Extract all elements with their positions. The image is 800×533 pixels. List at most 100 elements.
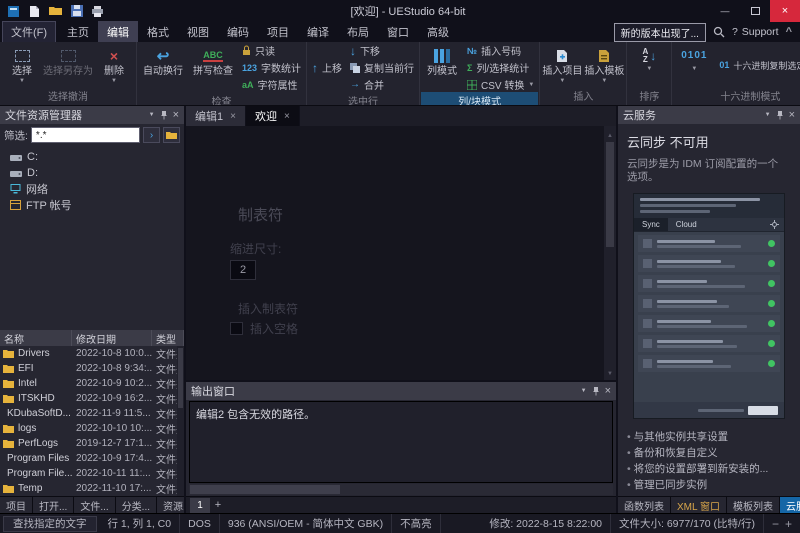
panel-menu-icon[interactable] (765, 112, 771, 118)
pin-icon[interactable] (592, 386, 600, 396)
minimize-button[interactable] (710, 0, 740, 22)
table-row[interactable]: Program Files2022-10-9 17:4...文件夹 (0, 451, 184, 466)
tree-item-network[interactable]: 网络 (0, 181, 184, 197)
scroll-up-icon[interactable] (607, 128, 613, 140)
line-ending-indicator[interactable]: DOS (180, 514, 220, 533)
file-table-scrollbar[interactable] (177, 346, 184, 496)
tab-file[interactable]: 文件(F) (2, 21, 56, 43)
save-icon[interactable] (68, 4, 85, 19)
table-row[interactable]: KDubaSoftD...2022-11-9 11:5...文件夹 (0, 406, 184, 421)
csv-convert-button[interactable]: CSV 转换 (467, 77, 534, 92)
support-menu[interactable]: ?Support (732, 26, 779, 38)
tab-window[interactable]: 窗口 (378, 21, 418, 43)
card-action-button[interactable] (748, 406, 778, 415)
maximize-button[interactable] (740, 0, 770, 22)
tab-project[interactable]: 项目 (258, 21, 298, 43)
tab-lists[interactable]: 分类... (116, 497, 157, 513)
close-panel-icon[interactable] (605, 385, 611, 397)
word-count-button[interactable]: 123字数统计 (242, 60, 301, 75)
highlight-indicator[interactable]: 不高亮 (392, 514, 441, 533)
word-wrap-button[interactable]: ↩自动换行 (138, 43, 188, 92)
table-row[interactable]: PerfLogs2019-12-7 17:1...文件夹 (0, 436, 184, 451)
tab-advanced[interactable]: 高级 (418, 21, 458, 43)
column-header-type[interactable]: 类型 (152, 330, 184, 346)
duplicate-line-button[interactable]: 复制当前行 (350, 60, 414, 75)
select-button[interactable]: 选择 (1, 43, 43, 87)
tab-template-list[interactable]: 模板列表 (727, 497, 780, 513)
save-selection-as-button[interactable]: 选择另存为 (43, 43, 93, 87)
scrollbar-thumb[interactable] (606, 142, 614, 247)
tab-view[interactable]: 视图 (178, 21, 218, 43)
column-header-date[interactable]: 修改日期 (72, 330, 152, 346)
move-line-down-button[interactable]: ↓下移 (350, 43, 414, 58)
insert-item-button[interactable]: 插入项目 (541, 43, 583, 87)
delete-button[interactable]: ×删除 (93, 43, 135, 87)
tab-layout[interactable]: 布局 (338, 21, 378, 43)
open-folder-icon[interactable] (47, 4, 64, 19)
pin-icon[interactable] (160, 110, 168, 120)
close-panel-icon[interactable] (789, 109, 795, 121)
encoding-indicator[interactable]: 936 (ANSI/OEM - 简体中文 GBK) (220, 514, 392, 533)
hex-copy-view-button[interactable]: 01十六进制复制选定视图 (719, 59, 800, 72)
tree-item-drive-d[interactable]: D: (0, 165, 184, 181)
scrollbar-thumb[interactable] (190, 485, 340, 494)
tab-function-list[interactable]: 函数列表 (618, 497, 671, 513)
editor-canvas[interactable]: 制表符 缩进尺寸: 2 插入制表符 插入空格 (186, 126, 616, 380)
spell-check-button[interactable]: ABC拼写检查 (188, 43, 238, 92)
document-tab-edit1[interactable]: 编辑1 (186, 106, 246, 126)
table-row[interactable]: ITSKHD2022-10-9 16:2...文件夹 (0, 391, 184, 406)
filter-input[interactable]: *.* (31, 127, 140, 143)
insert-number-button[interactable]: №插入号码 (467, 43, 534, 58)
output-tab-1[interactable]: 1 (190, 498, 210, 513)
card-tab-cloud[interactable]: Cloud (668, 218, 705, 231)
insert-spaces-checkbox[interactable] (230, 322, 243, 335)
scroll-down-icon[interactable] (607, 366, 613, 378)
zoom-out-icon[interactable]: − (772, 517, 779, 531)
zoom-controls[interactable]: −+ (764, 514, 800, 533)
tab-edit[interactable]: 编辑 (98, 21, 138, 43)
read-only-button[interactable]: 只读 (242, 43, 301, 58)
tab-open-files[interactable]: 打开... (33, 497, 74, 513)
table-row[interactable]: Temp2022-11-10 17:...文件夹 (0, 481, 184, 496)
table-row[interactable]: EFI2022-10-8 9:34:...文件夹 (0, 361, 184, 376)
table-row[interactable]: Program File...2022-10-11 11:...文件夹 (0, 466, 184, 481)
tab-cloud-services[interactable]: 云服务 (780, 497, 800, 513)
tree-item-ftp[interactable]: FTP 帐号 (0, 197, 184, 213)
output-hscrollbar[interactable] (189, 484, 613, 495)
sort-button[interactable]: AZ↓ (628, 43, 670, 87)
tab-xml-window[interactable]: XML 窗口 (671, 497, 727, 513)
gear-icon[interactable] (770, 220, 779, 229)
tab-project-panel[interactable]: 项目 (0, 497, 33, 513)
new-file-icon[interactable] (26, 4, 43, 19)
search-icon[interactable] (713, 26, 725, 38)
move-line-up-button[interactable]: ↑上移 (312, 60, 342, 75)
add-output-tab-button[interactable]: + (210, 499, 226, 511)
column-header-name[interactable]: 名称 (0, 330, 72, 346)
tab-encoding[interactable]: 编码 (218, 21, 258, 43)
tab-resources[interactable]: 资源... (157, 497, 184, 513)
indent-size-input[interactable]: 2 (230, 260, 256, 280)
char-properties-button[interactable]: aA字符属性 (242, 77, 301, 92)
tab-build[interactable]: 编译 (298, 21, 338, 43)
table-row[interactable]: logs2022-10-10 10:...文件夹 (0, 421, 184, 436)
column-stats-button[interactable]: Σ列/选择统计 (467, 60, 534, 75)
pin-icon[interactable] (776, 110, 784, 120)
browse-folder-button[interactable] (163, 127, 180, 143)
insert-template-button[interactable]: 插入模板 (583, 43, 625, 87)
apply-filter-button[interactable]: › (143, 127, 160, 143)
tab-format[interactable]: 格式 (138, 21, 178, 43)
close-panel-icon[interactable] (173, 109, 179, 121)
panel-menu-icon[interactable] (149, 112, 155, 118)
table-row[interactable]: Drivers2022-10-8 10:0...文件夹 (0, 346, 184, 361)
document-tab-welcome[interactable]: 欢迎 (246, 106, 300, 126)
update-notification[interactable]: 新的版本出现了... (614, 23, 706, 42)
tree-item-drive-c[interactable]: C: (0, 149, 184, 165)
zoom-in-icon[interactable]: + (785, 517, 792, 531)
tab-home[interactable]: 主页 (58, 21, 98, 43)
tab-file-explorer[interactable]: 文件... (74, 497, 115, 513)
close-tab-icon[interactable] (284, 111, 290, 122)
table-row[interactable]: Intel2022-10-9 10:2...文件夹 (0, 376, 184, 391)
hex-mode-button[interactable]: 0101 (673, 43, 715, 87)
find-box[interactable]: 查找指定的文字 (3, 516, 97, 532)
editor-vscrollbar[interactable] (604, 126, 616, 380)
